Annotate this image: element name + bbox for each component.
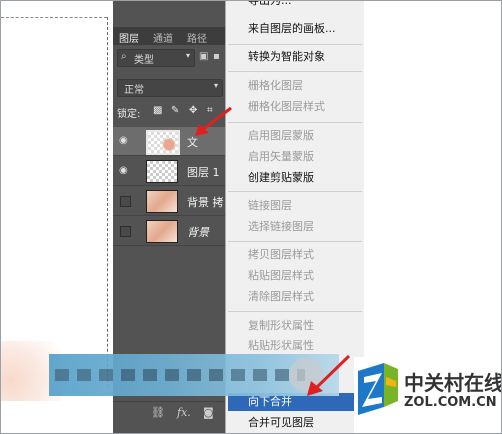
zol-logo: 中关村在线 ZOL.COM.CN (354, 357, 501, 433)
menu-item-clear-layer-style: 清除图层样式 (248, 290, 314, 303)
lock-label: 锁定: (117, 109, 141, 120)
chevron-down-icon: ▾ (213, 81, 218, 90)
visibility-toggle[interactable] (120, 226, 131, 237)
search-icon: ⌕ (121, 51, 127, 62)
canvas-selection-edge (107, 17, 108, 387)
layer-filter-select[interactable]: ⌕ 类型 ▾ (117, 49, 195, 67)
layer-thumbnail (146, 220, 178, 243)
layer-thumbnail (146, 190, 178, 213)
menu-item-rasterize-layer-style: 栅格化图层样式 (248, 100, 325, 113)
zol-brand-cn: 中关村在线 (404, 371, 502, 395)
zol-logo-mark (358, 363, 398, 415)
menu-item-copy-layer-style: 拷贝图层样式 (248, 248, 314, 261)
menu-separator (228, 241, 362, 242)
layer-row[interactable]: 背景 拷 (113, 187, 225, 216)
image-filter-icon[interactable]: ▣ (199, 51, 208, 62)
more-filter-icon[interactable]: ▪ (213, 51, 220, 62)
tab-layers[interactable]: 图层 (119, 30, 139, 45)
blend-mode-value: 正常 (124, 85, 144, 96)
menu-separator (228, 71, 362, 72)
layers-bottom-bar: ⛓ fx. ◙ (113, 401, 225, 426)
menu-item-select-linked-layers: 选择链接图层 (248, 220, 314, 233)
canvas-selection-top (1, 17, 107, 18)
layer-row[interactable]: 背景 (113, 217, 225, 246)
menu-item-artboard-from-layers[interactable]: 来自图层的画板... (248, 20, 336, 38)
menu-separator (228, 44, 362, 45)
layer-name: 图层 1 (187, 166, 220, 179)
layer-name: 背景 (187, 226, 209, 239)
menu-item-convert-to-smart-object[interactable]: 转换为智能对象 (248, 48, 325, 66)
eye-icon[interactable]: ◉ (119, 135, 128, 146)
zol-brand-en: ZOL.COM.CN (404, 395, 497, 410)
banner-blurred-text (55, 369, 305, 381)
visibility-toggle[interactable] (120, 196, 131, 207)
layer-thumbnail (146, 160, 178, 183)
tab-paths[interactable]: 路径 (187, 30, 207, 45)
mask-icon[interactable]: ◙ (203, 406, 214, 419)
menu-separator (228, 311, 362, 312)
layer-thumbnail (146, 130, 180, 155)
red-arrow-icon (195, 106, 232, 136)
layer-name: 背景 拷 (187, 196, 224, 209)
tab-channels[interactable]: 通道 (153, 30, 173, 45)
menu-item-link-layers: 链接图层 (248, 199, 292, 212)
menu-item-merge-visible[interactable]: 合并可见图层 (248, 414, 314, 432)
brush-icon[interactable]: ✎ (171, 105, 179, 116)
menu-item-create-clipping-mask[interactable]: 创建剪贴蒙版 (248, 169, 314, 187)
layer-row[interactable]: ◉ 图层 1 (113, 157, 225, 186)
red-arrow-icon (307, 354, 351, 396)
blend-mode-row: 正常 ▾ (113, 77, 225, 99)
layer-list: ◉ 文 ◉ 图层 1 背景 拷 背景 (113, 127, 225, 247)
menu-item-paste-layer-style: 粘贴图层样式 (248, 269, 314, 282)
fx-icon[interactable]: fx. (177, 406, 191, 419)
filter-kind-label: 类型 (134, 55, 154, 66)
link-icon[interactable]: ⛓ (151, 406, 165, 419)
screenshot-frame: 图层 通道 路径 ⌕ 类型 ▾ ▣ ▪ 正常 ▾ 锁定: ▩ ✎ ✥ ⌗ ◉ 文… (0, 0, 502, 434)
eye-icon[interactable]: ◉ (119, 165, 128, 176)
menu-item-enable-vector-mask: 启用矢量蒙版 (248, 150, 314, 163)
menu-item-export-as[interactable]: 导出为... (248, 1, 292, 10)
chevron-down-icon: ▾ (185, 51, 190, 60)
lock-transparent-icon[interactable]: ▩ (153, 105, 162, 116)
menu-item-rasterize-layer: 栅格化图层 (248, 79, 303, 92)
menu-separator (228, 191, 362, 192)
blurred-banner (49, 354, 339, 396)
layer-filter-row: ⌕ 类型 ▾ ▣ ▪ (113, 47, 225, 69)
blend-mode-select[interactable]: 正常 ▾ (117, 79, 223, 97)
menu-item-copy-shape-attributes: 复制形状属性 (248, 319, 314, 332)
panel-tabs: 图层 通道 路径 (113, 27, 225, 45)
menu-item-enable-layer-mask: 启用图层蒙版 (248, 129, 314, 142)
menu-separator (228, 122, 362, 123)
document-canvas[interactable] (1, 1, 113, 401)
